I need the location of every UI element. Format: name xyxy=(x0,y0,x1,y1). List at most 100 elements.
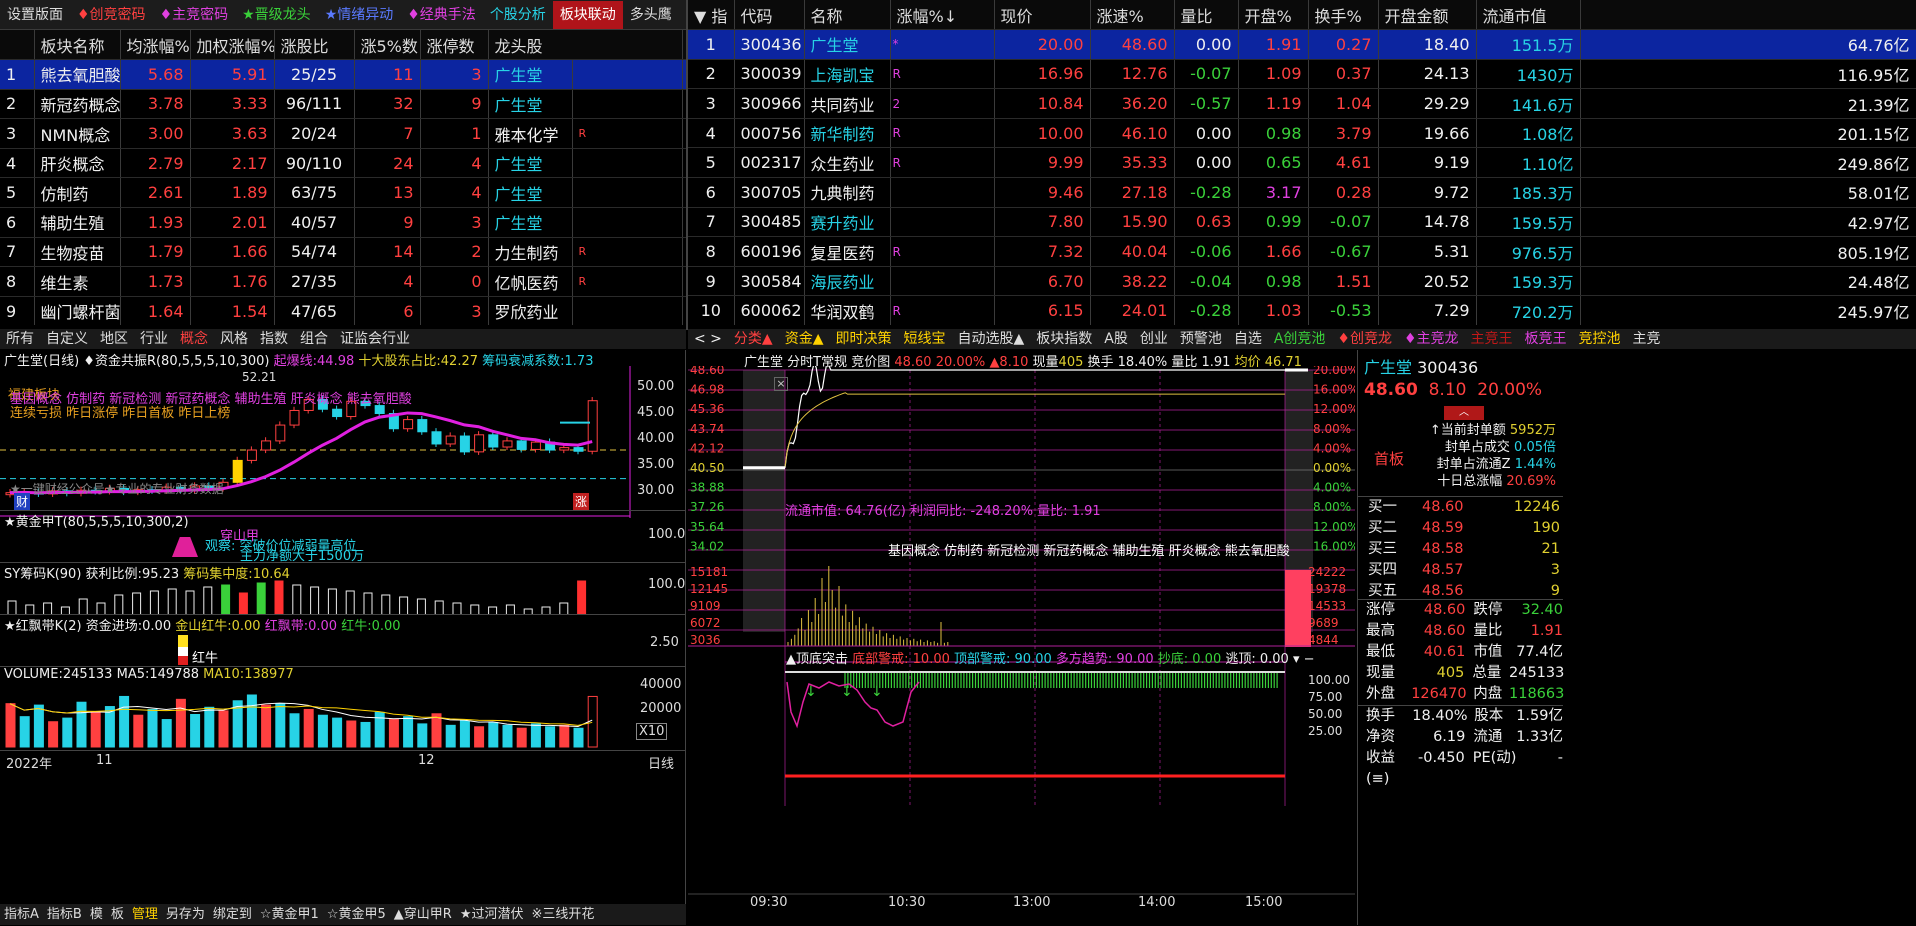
nav-arrows[interactable]: < > xyxy=(688,328,728,350)
sector-col-3[interactable]: 涨股比 xyxy=(274,30,355,61)
sector-col-2[interactable]: 加权涨幅% xyxy=(190,30,275,61)
stock-cat-tab-10[interactable]: A创竞池 xyxy=(1268,328,1332,350)
sector-col-4[interactable]: 涨5%数 xyxy=(354,30,421,61)
bid-row[interactable]: 买二 48.59 190 xyxy=(1358,518,1563,539)
top-tab-3[interactable]: ★晋级龙头 xyxy=(235,1,318,29)
stock-cat-tab-4[interactable]: 自动选股▲ xyxy=(951,328,1030,350)
rise-badge[interactable]: 涨 xyxy=(573,493,590,510)
top-tab-0[interactable]: 设置版面 xyxy=(0,1,70,29)
period-label[interactable]: 日线 xyxy=(648,753,674,772)
sector-row[interactable]: 4肝炎概念2.792.1790/110244广生堂20.00 xyxy=(0,148,686,179)
top-tab-2[interactable]: ♦主竞密码 xyxy=(153,1,236,29)
stock-row[interactable]: 4 000756 新华制药 R 10.00 46.10 0.00 0.98 3.79 19.66 1… xyxy=(688,118,1916,149)
ribbon-title[interactable]: ★红飘带K(2) xyxy=(4,619,82,634)
stock-col-5[interactable]: 涨速% xyxy=(1090,0,1175,31)
stock-cat-tab-1[interactable]: 资金▲ xyxy=(779,328,830,350)
top-tab-7[interactable]: 板块联动 xyxy=(552,0,623,29)
stock-col-9[interactable]: 开盘金额 xyxy=(1378,0,1477,31)
sector-row[interactable]: 1熊去氧胆酸5.685.9125/25113广生堂 20.00 xyxy=(0,59,686,90)
intraday-svg[interactable]: 48.60 46.98 45.36 43.74 42.12 40.50 38.88 37.26… xyxy=(688,366,1355,906)
sector-cat-tab-3[interactable]: 行业 xyxy=(134,328,174,350)
vol-scale-button[interactable]: X10 xyxy=(636,723,668,740)
osc-title[interactable]: ▲顶底突击 xyxy=(786,652,848,667)
bid-row[interactable]: 买五 48.56 9 xyxy=(1358,581,1563,602)
stock-cat-tab-5[interactable]: 板块指数 xyxy=(1030,328,1098,350)
top-tab-5[interactable]: ♦经典手法 xyxy=(400,1,483,29)
stock-col-7[interactable]: 开盘% xyxy=(1238,0,1309,31)
stock-col-8[interactable]: 换手% xyxy=(1308,0,1379,31)
top-tab-4[interactable]: ★情绪异动 xyxy=(318,1,401,29)
indicator-tab-11[interactable]: ※三线开花 xyxy=(527,904,598,926)
sector-cat-tab-0[interactable]: 所有 xyxy=(0,328,40,350)
bid-row[interactable]: 买一 48.60 12246 xyxy=(1358,497,1563,518)
stock-cat-tab-2[interactable]: 即时决策 xyxy=(829,328,897,350)
sector-row[interactable]: 3NMN概念3.003.6320/2471雅本化学R14.24 xyxy=(0,118,686,149)
osc-dropdown-icon[interactable]: ▾ − xyxy=(1293,652,1315,667)
close-icon[interactable]: × xyxy=(774,377,788,391)
expand-icon[interactable]: ︿ xyxy=(1444,406,1484,420)
indicator-tab-10[interactable]: ★过河潜伏 xyxy=(456,904,528,926)
indicator-tab-1[interactable]: 指标B xyxy=(43,904,86,926)
stock-col-4[interactable]: 现价 xyxy=(994,0,1091,31)
bid-row[interactable]: 买三 48.58 21 xyxy=(1358,539,1563,560)
stock-cat-tab-15[interactable]: 竞控池 xyxy=(1573,328,1627,350)
sector-col-1[interactable]: 均涨幅%↓ xyxy=(120,30,191,61)
sector-col-7[interactable]: 龙头涨幅% xyxy=(682,30,686,61)
stock-row[interactable]: 3 300966 共同药业 2 10.84 36.20 -0.57 1.19 1.04 29.29… xyxy=(688,88,1916,119)
sector-cat-tab-5[interactable]: 风格 xyxy=(214,328,254,350)
sector-cat-tab-8[interactable]: 证监会行业 xyxy=(334,328,416,350)
sector-row[interactable]: 5仿制药2.611.8963/75134广生堂 20.00 xyxy=(0,177,686,209)
indicator-tab-2[interactable]: 模 xyxy=(86,904,107,926)
top-tab-8[interactable]: 多头鹰 xyxy=(623,1,679,29)
sector-cat-tab-6[interactable]: 指数 xyxy=(254,328,294,350)
stock-row[interactable]: 1 300436 广生堂 * 20.00 48.60 0.00 1.91 0.27 18.40 15… xyxy=(688,29,1916,60)
stock-row[interactable]: 2 300039 上海凯宝 R 16.96 12.76 -0.07 1.09 0.37 24.13… xyxy=(688,59,1916,90)
stock-col-0[interactable]: ▼ 指 xyxy=(688,0,735,31)
finance-badge[interactable]: 财 xyxy=(14,493,31,510)
stock-cat-tab-8[interactable]: 预警池 xyxy=(1174,328,1228,350)
stock-col-6[interactable]: 量比 xyxy=(1174,0,1239,31)
indicator-tab-7[interactable]: ☆黄金甲1 xyxy=(256,904,323,926)
stock-row[interactable]: 5 002317 众生药业 R 9.99 35.33 0.00 0.65 4.61 9.19 1.1… xyxy=(688,147,1916,179)
vol-title[interactable]: VOLUME: xyxy=(4,667,63,682)
stock-cat-tab-9[interactable]: 自选 xyxy=(1228,328,1268,350)
sector-row[interactable]: 7生物疫苗1.791.6654/74142力生制药R10.02 xyxy=(0,237,686,268)
sector-cat-tab-2[interactable]: 地区 xyxy=(94,328,134,350)
stock-row[interactable]: 6 300705 九典制药 9.46 27.18 -0.28 3.17 0.28 9.72 185… xyxy=(688,177,1916,208)
stock-cat-tab-6[interactable]: A股 xyxy=(1098,328,1134,350)
stock-row[interactable]: 10 600062 华润双鹤 R 6.15 24.01 -0.28 1.03 -0.53 7.29… xyxy=(688,295,1916,325)
sector-cat-tab-7[interactable]: 组合 xyxy=(294,328,334,350)
stock-row[interactable]: 7 300485 赛升药业 7.80 15.90 0.63 0.99 -0.07 14.78 15… xyxy=(688,207,1916,238)
stock-cat-tab-11[interactable]: ♦创竞龙 xyxy=(1331,328,1398,350)
stock-row[interactable]: 8 600196 复星医药 R 7.32 40.04 -0.06 1.66 -0.67 5.31 9… xyxy=(688,236,1916,267)
sector-row[interactable]: 2新冠药概念3.783.3396/111329广生堂 20.00 xyxy=(0,89,686,120)
indicator-tab-6[interactable]: 绑定到 xyxy=(209,904,256,926)
sector-col-5[interactable]: 涨停数 xyxy=(420,30,489,61)
bid-row[interactable]: 买四 48.57 3 xyxy=(1358,560,1563,581)
indicator-tab-0[interactable]: 指标A xyxy=(0,904,43,926)
sector-cat-tab-4[interactable]: 概念 xyxy=(174,328,214,350)
top-tab-1[interactable]: ♦创竞密码 xyxy=(70,1,153,29)
sector-col-6[interactable]: 龙头股 xyxy=(488,30,683,61)
stock-cat-tab-13[interactable]: 主竞王 xyxy=(1465,328,1519,350)
indicator-tab-4[interactable]: 管理 xyxy=(128,904,162,926)
stock-cat-tab-12[interactable]: ♦主竞龙 xyxy=(1398,328,1465,350)
sector-row[interactable]: 9幽门螺杆菌1.641.5447/6563罗欣药业 10.06 xyxy=(0,296,686,325)
gold-armor-title[interactable]: ★黄金甲T(80,5,5,5,10,300,2) xyxy=(4,511,189,530)
sector-row[interactable]: 8维生素1.731.7627/3540亿帆医药R7.67 xyxy=(0,266,686,297)
stock-cat-tab-7[interactable]: 创业 xyxy=(1134,328,1174,350)
stock-row[interactable]: 9 300584 海辰药业 6.70 38.22 -0.04 0.98 1.51 20.52 15… xyxy=(688,266,1916,297)
stock-cat-tab-16[interactable]: 主竞 xyxy=(1627,328,1667,350)
indicator-tab-8[interactable]: ☆黄金甲5 xyxy=(323,904,390,926)
stock-col-1[interactable]: 代码 xyxy=(734,0,805,31)
sector-col-0[interactable]: 板块名称 xyxy=(34,30,121,61)
stock-col-3[interactable]: 涨幅%↓ xyxy=(890,0,995,31)
indicator-tab-5[interactable]: 另存为 xyxy=(162,904,209,926)
top-tab-6[interactable]: 个股分析 xyxy=(483,1,553,29)
stock-cat-tab-3[interactable]: 短线宝 xyxy=(897,328,951,350)
indicator-tab-9[interactable]: ▲穿山甲R xyxy=(390,904,456,926)
sector-cat-tab-1[interactable]: 自定义 xyxy=(40,328,94,350)
stock-cat-tab-0[interactable]: 分类▲ xyxy=(728,328,779,350)
stock-cat-tab-14[interactable]: 板竞王 xyxy=(1519,328,1573,350)
sector-row[interactable]: 6辅助生殖1.932.0140/5793广生堂 20.00 xyxy=(0,207,686,238)
